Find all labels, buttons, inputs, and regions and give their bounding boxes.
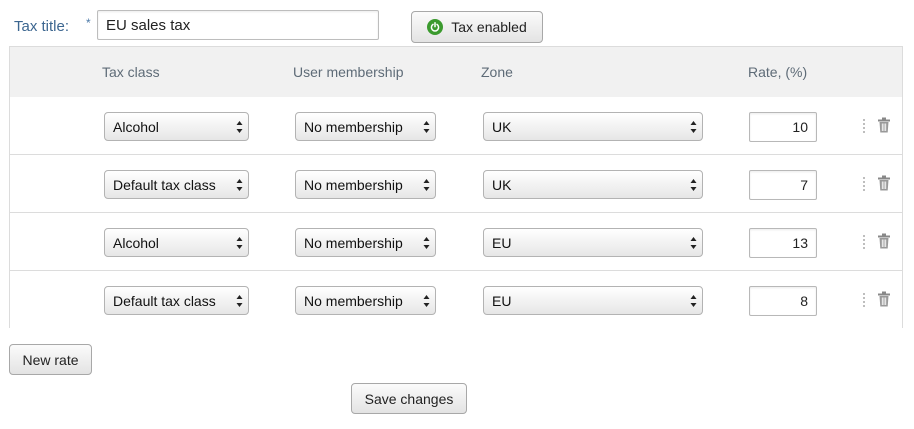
tax-enabled-label: Tax enabled xyxy=(451,19,527,35)
tax-class-value: Default tax class xyxy=(113,176,216,193)
tax-title-input[interactable] xyxy=(97,10,379,40)
select-arrows-icon xyxy=(690,121,697,133)
drag-handle-icon[interactable] xyxy=(861,234,867,250)
trash-icon[interactable] xyxy=(877,291,891,307)
tax-enabled-button[interactable]: Tax enabled xyxy=(411,11,543,43)
membership-select[interactable]: No membership xyxy=(295,112,436,141)
header-zone: Zone xyxy=(481,64,513,80)
rate-input[interactable] xyxy=(749,228,817,258)
header-user-membership: User membership xyxy=(293,64,404,80)
membership-value: No membership xyxy=(304,176,403,193)
drag-handle-icon[interactable] xyxy=(861,118,867,134)
membership-select[interactable]: No membership xyxy=(295,170,436,199)
membership-value: No membership xyxy=(304,234,403,251)
zone-select[interactable]: EU xyxy=(483,286,703,315)
select-arrows-icon xyxy=(423,121,430,133)
required-mark: * xyxy=(86,16,91,30)
tax-class-value: Alcohol xyxy=(113,234,159,251)
select-arrows-icon xyxy=(236,179,243,191)
rate-input[interactable] xyxy=(749,170,817,200)
tax-title-label: Tax title: xyxy=(14,18,70,35)
table-row: Default tax class No membership EU xyxy=(10,271,902,328)
table-row: Default tax class No membership UK xyxy=(10,155,902,213)
membership-value: No membership xyxy=(304,292,403,309)
table-header: Tax class User membership Zone Rate, (%) xyxy=(10,47,902,98)
header-tax-class: Tax class xyxy=(102,64,160,80)
zone-select[interactable]: EU xyxy=(483,228,703,257)
header-rate: Rate, (%) xyxy=(748,64,808,80)
select-arrows-icon xyxy=(423,295,430,307)
drag-handle-icon[interactable] xyxy=(861,292,867,308)
trash-icon[interactable] xyxy=(877,233,891,249)
tax-class-select[interactable]: Default tax class xyxy=(104,170,249,199)
select-arrows-icon xyxy=(236,295,243,307)
table-row: Alcohol No membership UK xyxy=(10,97,902,155)
zone-value: UK xyxy=(492,118,512,135)
rate-input[interactable] xyxy=(749,286,817,316)
zone-select[interactable]: UK xyxy=(483,170,703,199)
table-row: Alcohol No membership EU xyxy=(10,213,902,271)
tax-rates-table: Tax class User membership Zone Rate, (%)… xyxy=(9,46,903,328)
zone-value: UK xyxy=(492,176,512,193)
tax-class-select[interactable]: Default tax class xyxy=(104,286,249,315)
membership-value: No membership xyxy=(304,118,403,135)
trash-icon[interactable] xyxy=(877,175,891,191)
select-arrows-icon xyxy=(690,179,697,191)
drag-handle-icon[interactable] xyxy=(861,176,867,192)
save-changes-button[interactable]: Save changes xyxy=(351,383,467,414)
zone-select[interactable]: UK xyxy=(483,112,703,141)
select-arrows-icon xyxy=(236,121,243,133)
select-arrows-icon xyxy=(690,237,697,249)
zone-value: EU xyxy=(492,234,512,251)
power-icon xyxy=(427,19,444,35)
trash-icon[interactable] xyxy=(877,117,891,133)
rate-input[interactable] xyxy=(749,112,817,142)
select-arrows-icon xyxy=(236,237,243,249)
select-arrows-icon xyxy=(690,295,697,307)
tax-class-value: Alcohol xyxy=(113,118,159,135)
select-arrows-icon xyxy=(423,237,430,249)
membership-select[interactable]: No membership xyxy=(295,286,436,315)
tax-class-select[interactable]: Alcohol xyxy=(104,112,249,141)
select-arrows-icon xyxy=(423,179,430,191)
tax-class-select[interactable]: Alcohol xyxy=(104,228,249,257)
membership-select[interactable]: No membership xyxy=(295,228,436,257)
zone-value: EU xyxy=(492,292,512,309)
tax-class-value: Default tax class xyxy=(113,292,216,309)
new-rate-button[interactable]: New rate xyxy=(9,344,92,375)
